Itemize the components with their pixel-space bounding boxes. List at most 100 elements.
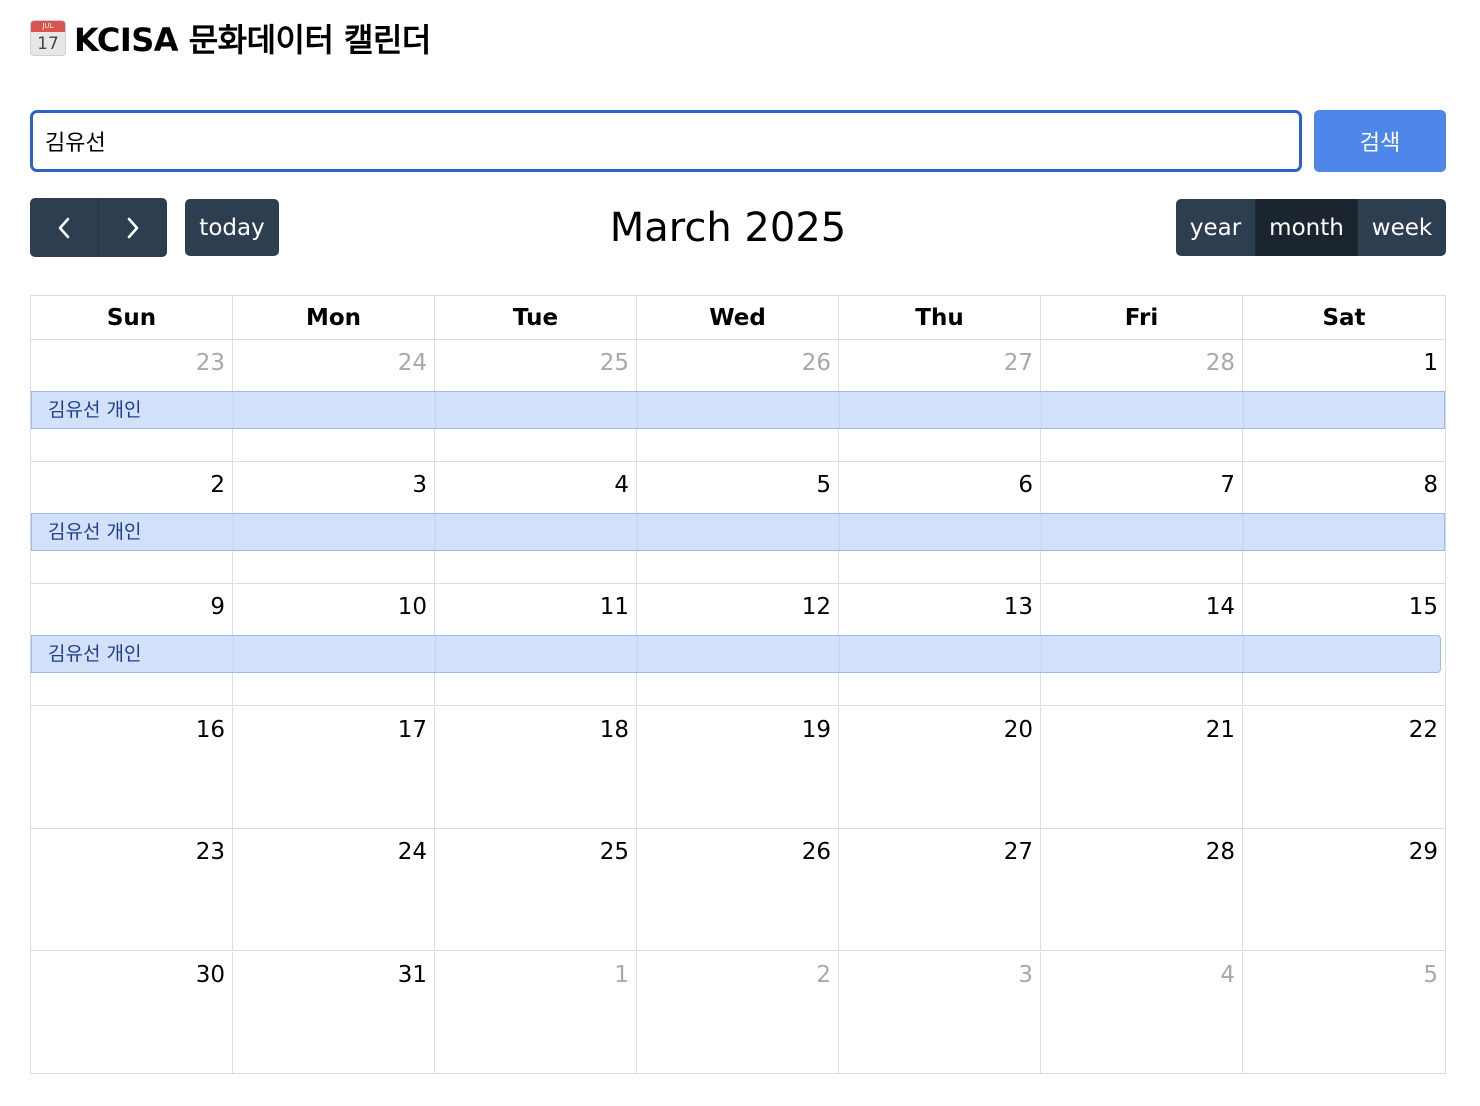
day-number[interactable]: 5	[816, 472, 831, 498]
day-number[interactable]: 27	[1004, 839, 1033, 865]
day-number[interactable]: 22	[1409, 717, 1438, 743]
day-cell[interactable]: 27	[839, 829, 1041, 950]
day-number[interactable]: 2	[816, 962, 831, 988]
day-cell[interactable]: 16	[31, 707, 233, 828]
day-number[interactable]: 31	[398, 962, 427, 988]
search-input[interactable]	[30, 110, 1302, 172]
event-divider	[839, 514, 840, 550]
weekday-mon: Mon	[233, 296, 435, 340]
day-number[interactable]: 3	[412, 472, 427, 498]
search-button[interactable]: 검색	[1314, 110, 1446, 172]
day-cell[interactable]: 20	[839, 707, 1041, 828]
day-cell[interactable]: 30	[31, 952, 233, 1074]
day-cell[interactable]: 18	[435, 707, 637, 828]
calendar-title: March 2025	[609, 205, 847, 251]
day-cell[interactable]: 29	[1243, 829, 1445, 950]
week-row: 23 24 25 26 27 28 29	[31, 829, 1445, 951]
day-cell[interactable]: 17	[233, 707, 435, 828]
day-cell[interactable]: 24	[233, 829, 435, 950]
prev-next-group	[30, 198, 167, 257]
day-cell[interactable]: 25	[435, 829, 637, 950]
prev-button[interactable]	[30, 198, 98, 257]
week-row: 16 17 18 19 20 21 22	[31, 707, 1445, 829]
day-cell[interactable]: 21	[1041, 707, 1243, 828]
day-cell[interactable]: 2	[637, 952, 839, 1074]
day-number[interactable]: 19	[802, 717, 831, 743]
weekday-sat: Sat	[1322, 305, 1366, 331]
day-number[interactable]: 26	[802, 350, 831, 376]
day-number[interactable]: 26	[802, 839, 831, 865]
event-title: 김유선 개인	[48, 643, 142, 665]
day-number[interactable]: 28	[1206, 350, 1235, 376]
day-number[interactable]: 13	[1004, 594, 1033, 620]
day-cell[interactable]: 4	[1041, 952, 1243, 1074]
day-number[interactable]: 28	[1206, 839, 1235, 865]
day-number[interactable]: 6	[1018, 472, 1033, 498]
day-number[interactable]: 8	[1423, 472, 1438, 498]
day-number[interactable]: 27	[1004, 350, 1033, 376]
day-number[interactable]: 24	[398, 839, 427, 865]
week-row: 23 24 25 26 27 28 1 김유선 개인	[31, 340, 1445, 462]
event-divider	[233, 514, 234, 550]
view-month-button[interactable]: month	[1255, 199, 1357, 256]
weekday-wed: Wed	[637, 296, 839, 340]
day-number[interactable]: 23	[196, 839, 225, 865]
day-number[interactable]: 16	[196, 717, 225, 743]
day-number[interactable]: 21	[1206, 717, 1235, 743]
day-number[interactable]: 4	[1220, 962, 1235, 988]
day-number[interactable]: 5	[1423, 962, 1438, 988]
event-divider	[1041, 392, 1042, 428]
day-number[interactable]: 11	[600, 594, 629, 620]
event-divider	[435, 392, 436, 428]
day-number[interactable]: 4	[614, 472, 629, 498]
week-row: 30 31 1 2 3 4 5	[31, 952, 1445, 1074]
day-cell[interactable]: 1	[435, 952, 637, 1074]
day-number[interactable]: 23	[196, 350, 225, 376]
day-cell[interactable]: 5	[1243, 952, 1445, 1074]
day-number[interactable]: 29	[1409, 839, 1438, 865]
day-cell[interactable]: 19	[637, 707, 839, 828]
event-divider	[839, 636, 840, 672]
event-title: 김유선 개인	[48, 399, 142, 421]
view-switcher: year month week	[1176, 199, 1446, 256]
view-year-button[interactable]: year	[1176, 199, 1255, 256]
chevron-right-icon	[127, 217, 139, 238]
weekday-header: Sun Mon Tue Wed Thu Fri Sat	[31, 296, 1445, 340]
day-number[interactable]: 12	[802, 594, 831, 620]
week-row: 2 3 4 5 6 7 8 김유선 개인	[31, 462, 1445, 584]
view-week-button[interactable]: week	[1357, 199, 1446, 256]
day-number[interactable]: 20	[1004, 717, 1033, 743]
calendar-event[interactable]: 김유선 개인	[31, 391, 1445, 429]
day-number[interactable]: 3	[1018, 962, 1033, 988]
day-number[interactable]: 1	[614, 962, 629, 988]
calendar-icon-month: JUL	[31, 21, 65, 32]
day-cell[interactable]: 23	[31, 829, 233, 950]
day-cell[interactable]: 26	[637, 829, 839, 950]
page-title: JUL 17 KCISA 문화데이터 캘린더	[30, 14, 431, 62]
day-number[interactable]: 24	[398, 350, 427, 376]
today-button[interactable]: today	[185, 199, 279, 256]
event-divider	[435, 514, 436, 550]
day-cell[interactable]: 22	[1243, 707, 1445, 828]
day-number[interactable]: 30	[196, 962, 225, 988]
day-cell[interactable]: 3	[839, 952, 1041, 1074]
day-number[interactable]: 10	[398, 594, 427, 620]
day-number[interactable]: 25	[600, 839, 629, 865]
day-number[interactable]: 17	[398, 717, 427, 743]
event-divider	[1243, 514, 1244, 550]
weekday-tue: Tue	[435, 296, 637, 340]
next-button[interactable]	[98, 198, 167, 257]
day-number[interactable]: 18	[600, 717, 629, 743]
day-number[interactable]: 14	[1206, 594, 1235, 620]
day-cell[interactable]: 28	[1041, 829, 1243, 950]
calendar-event[interactable]: 김유선 개인	[31, 513, 1445, 551]
day-number[interactable]: 15	[1409, 594, 1438, 620]
weekday-thu: Thu	[839, 296, 1041, 340]
day-number[interactable]: 9	[210, 594, 225, 620]
day-number[interactable]: 2	[210, 472, 225, 498]
day-cell[interactable]: 31	[233, 952, 435, 1074]
calendar-event[interactable]: 김유선 개인	[31, 635, 1441, 673]
day-number[interactable]: 1	[1423, 350, 1438, 376]
day-number[interactable]: 25	[600, 350, 629, 376]
day-number[interactable]: 7	[1220, 472, 1235, 498]
